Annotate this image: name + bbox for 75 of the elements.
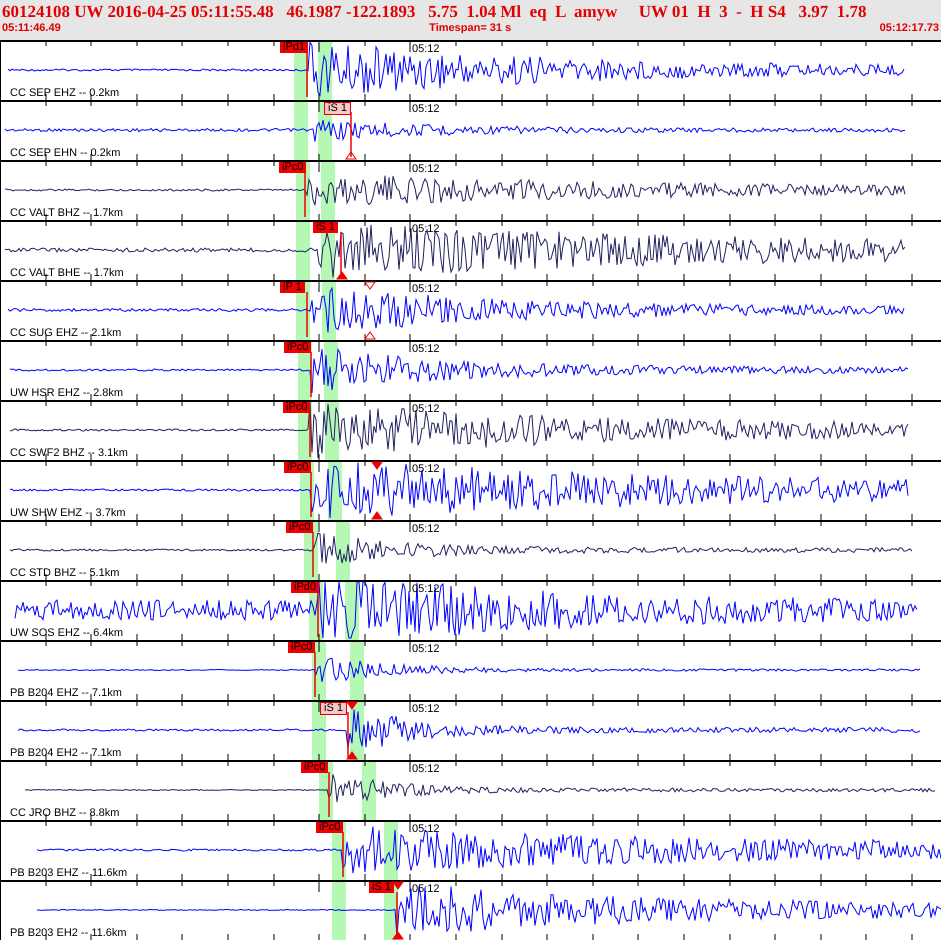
pick-flag[interactable]: iPc0 [283,402,310,413]
channel-label: PB B203 EHZ -- 11.6km [10,867,128,879]
channel-label: PB B203 EH2 -- 11.6km [10,927,127,939]
time-label: 05:12 [412,823,440,835]
pick-flag[interactable]: iPc0 [316,822,344,833]
pick-line [350,112,352,157]
channel-label: CC SEP EHN -- 0.2km [10,147,120,159]
timespan: Timespan= 31 s [429,22,512,35]
pick-line [304,172,306,217]
pick-marker-icon [346,751,358,760]
pick-line [317,592,319,637]
pick-line [312,532,314,577]
time-label: 05:12 [412,103,440,115]
channel-label: CC SUG EHZ -- 2.1km [10,327,122,339]
pick-marker-icon [392,931,404,940]
time-label: 05:12 [412,403,440,415]
pick-line [310,472,312,517]
channel-label: CC VALT BHZ -- 1.7km [10,207,124,219]
pick-marker-icon [346,702,358,710]
time-label: 05:12 [412,43,440,55]
pick-window [332,882,346,940]
channel-label: PB B204 EHZ -- 7.1km [10,687,122,699]
pick-line [342,832,344,877]
time-label: 05:12 [412,463,440,475]
channel-label: CC SWF2 BHZ -- 3.1km [10,447,128,459]
pick-window [321,162,335,220]
pick-window [296,222,310,280]
channel-label: UW SOS EHZ -- 6.4km [10,627,124,639]
pick-flag[interactable]: iS 1 [324,102,351,115]
pick-marker-icon [345,151,357,160]
time-label: 05:12 [412,643,440,655]
time-label: 05:12 [412,163,440,175]
time-label: 05:12 [412,763,440,775]
channel-label: CC STD BHZ -- 5.1km [10,567,120,579]
pick-flag[interactable]: iPd1 [280,42,308,53]
pick-flag[interactable]: iPc0 [284,462,312,473]
pick-marker-icon [371,511,383,520]
time-label: 05:12 [412,523,440,535]
pick-flag[interactable]: iPc0 [284,342,312,353]
pick-flag[interactable]: iS 1 [313,222,338,233]
pick-window [336,522,350,580]
pick-line [347,712,349,757]
time-label: 05:12 [412,343,440,355]
channel-label: PB B204 EH2 -- 7.1km [10,747,122,759]
start-time: 05:11:46.49 [2,22,61,35]
pick-marker-icon [392,882,404,890]
channel-label: CC SEP EHZ -- 0.2km [10,87,120,99]
channel-label: UW HSR EHZ -- 2.8km [10,387,124,399]
pick-line [310,352,312,397]
channel-label: UW SHW EHZ -- 3.7km [10,507,126,519]
time-label: 05:12 [412,703,440,715]
pick-line [309,412,311,457]
pick-marker-icon [364,331,376,340]
pick-flag[interactable]: iS 1 [320,702,347,715]
pick-flag[interactable]: iPc0 [288,642,316,653]
pick-line [314,652,316,697]
pick-flag[interactable]: iPc0 [301,762,328,773]
pick-flag[interactable]: iPd0 [291,582,320,593]
event-summary: 60124108 UW 2016-04-25 05:11:55.48 46.1987 -122.1893 5.75 1.04 Ml eq L amyw UW 01 H 3 - H S4 3.97 1.78 [2,1,866,22]
pick-flag[interactable]: iP 1 [280,282,305,293]
pick-window [362,762,376,820]
time-label: 05:12 [412,283,440,295]
pick-line [306,292,308,337]
pick-flag[interactable]: iPc0 [286,522,314,533]
end-time: 05:12:17.73 [880,22,939,35]
channel-label: CC JRO BHZ -- 8.8km [10,807,120,819]
channel-label: CC VALT BHE -- 1.7km [10,267,124,279]
pick-marker-icon [336,271,348,280]
pick-flag[interactable]: iPc0 [279,162,306,173]
pick-line [306,52,308,97]
pick-window [294,102,308,160]
pick-marker-icon [371,462,383,470]
pick-line [328,772,330,817]
pick-marker-icon [364,282,376,290]
pick-window [350,642,364,700]
